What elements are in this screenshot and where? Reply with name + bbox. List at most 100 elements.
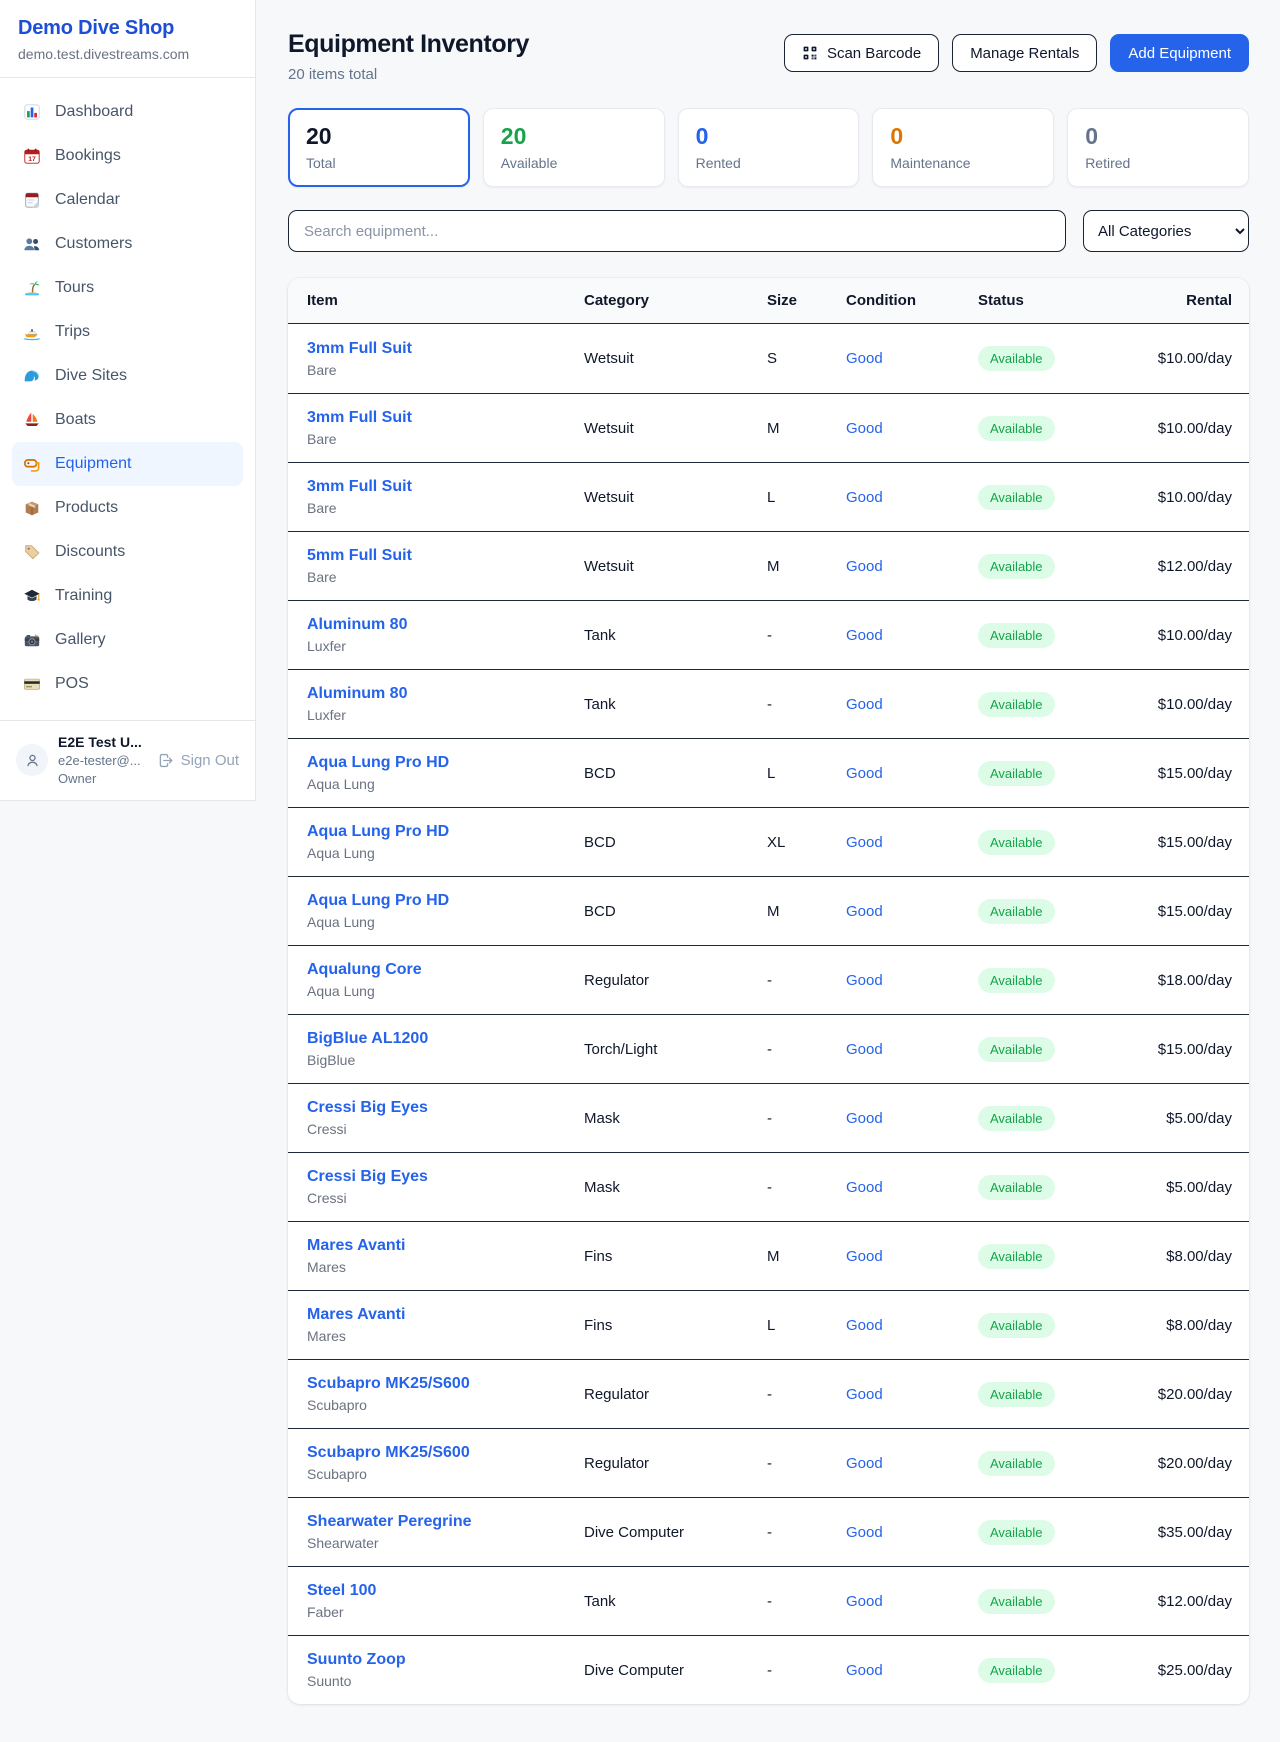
sidebar-item-trips[interactable]: Trips xyxy=(12,310,243,354)
condition-link[interactable]: Good xyxy=(846,627,883,644)
item-name-link[interactable]: Cressi Big Eyes xyxy=(307,1168,428,1186)
sidebar-item-calendar[interactable]: Calendar xyxy=(12,178,243,222)
item-name-link[interactable]: 3mm Full Suit xyxy=(307,340,412,358)
sidebar-item-training[interactable]: Training xyxy=(12,574,243,618)
cell-condition: Good xyxy=(846,1662,978,1679)
sidebar-item-equipment[interactable]: Equipment xyxy=(12,442,243,486)
item-name-link[interactable]: Aqua Lung Pro HD xyxy=(307,892,449,910)
cell-rental: $18.00/day xyxy=(1102,972,1232,989)
sidebar-item-label: Bookings xyxy=(55,147,121,165)
tear-calendar-icon xyxy=(22,191,42,209)
item-name-link[interactable]: 5mm Full Suit xyxy=(307,547,412,565)
status-badge: Available xyxy=(978,1658,1055,1683)
cell-condition: Good xyxy=(846,627,978,644)
stat-card-available[interactable]: 20Available xyxy=(483,108,665,187)
graduation-cap-icon xyxy=(22,587,42,605)
item-brand: Bare xyxy=(307,569,584,585)
sidebar-item-dive-sites[interactable]: Dive Sites xyxy=(12,354,243,398)
sidebar-item-boats[interactable]: Boats xyxy=(12,398,243,442)
item-name-link[interactable]: BigBlue AL1200 xyxy=(307,1030,428,1048)
item-name-link[interactable]: Aqualung Core xyxy=(307,961,422,979)
condition-link[interactable]: Good xyxy=(846,1317,883,1334)
tag-icon xyxy=(22,543,42,561)
item-name-link[interactable]: 3mm Full Suit xyxy=(307,478,412,496)
sidebar-item-dashboard[interactable]: Dashboard xyxy=(12,90,243,134)
cell-item: Steel 100 Faber xyxy=(307,1582,584,1620)
condition-link[interactable]: Good xyxy=(846,903,883,920)
sidebar-item-gallery[interactable]: Gallery xyxy=(12,618,243,662)
condition-link[interactable]: Good xyxy=(846,420,883,437)
condition-link[interactable]: Good xyxy=(846,1179,883,1196)
item-brand: Faber xyxy=(307,1604,584,1620)
stat-card-total[interactable]: 20Total xyxy=(288,108,470,187)
item-name-link[interactable]: Steel 100 xyxy=(307,1582,376,1600)
item-name-link[interactable]: 3mm Full Suit xyxy=(307,409,412,427)
condition-link[interactable]: Good xyxy=(846,1248,883,1265)
category-select[interactable]: All Categories xyxy=(1083,210,1249,252)
condition-link[interactable]: Good xyxy=(846,972,883,989)
cell-status: Available xyxy=(978,416,1102,441)
cell-size: L xyxy=(767,765,846,782)
stat-card-retired[interactable]: 0Retired xyxy=(1067,108,1249,187)
item-name-link[interactable]: Scubapro MK25/S600 xyxy=(307,1375,470,1393)
item-name-link[interactable]: Scubapro MK25/S600 xyxy=(307,1444,470,1462)
condition-link[interactable]: Good xyxy=(846,765,883,782)
cell-item: 3mm Full Suit Bare xyxy=(307,340,584,378)
item-brand: Bare xyxy=(307,362,584,378)
item-name-link[interactable]: Suunto Zoop xyxy=(307,1651,406,1669)
cell-item: Suunto Zoop Suunto xyxy=(307,1651,584,1689)
condition-link[interactable]: Good xyxy=(846,1455,883,1472)
cell-category: Mask xyxy=(584,1110,767,1127)
stat-card-maintenance[interactable]: 0Maintenance xyxy=(872,108,1054,187)
item-name-link[interactable]: Aluminum 80 xyxy=(307,685,407,703)
condition-link[interactable]: Good xyxy=(846,1662,883,1679)
cell-rental: $35.00/day xyxy=(1102,1524,1232,1541)
stat-card-rented[interactable]: 0Rented xyxy=(678,108,860,187)
condition-link[interactable]: Good xyxy=(846,1524,883,1541)
condition-link[interactable]: Good xyxy=(846,489,883,506)
item-name-link[interactable]: Aluminum 80 xyxy=(307,616,407,634)
main-content: Equipment Inventory 20 items total Scan … xyxy=(256,0,1280,1704)
sidebar-item-pos[interactable]: POS xyxy=(12,662,243,706)
condition-link[interactable]: Good xyxy=(846,696,883,713)
cell-condition: Good xyxy=(846,558,978,575)
item-name-link[interactable]: Mares Avanti xyxy=(307,1306,405,1324)
table-row: Aluminum 80 Luxfer Tank - Good Available… xyxy=(288,600,1249,669)
condition-link[interactable]: Good xyxy=(846,1041,883,1058)
item-name-link[interactable]: Mares Avanti xyxy=(307,1237,405,1255)
cell-status: Available xyxy=(978,1313,1102,1338)
cell-rental: $15.00/day xyxy=(1102,1041,1232,1058)
cell-status: Available xyxy=(978,1451,1102,1476)
item-name-link[interactable]: Aqua Lung Pro HD xyxy=(307,754,449,772)
item-name-link[interactable]: Cressi Big Eyes xyxy=(307,1099,428,1117)
cell-condition: Good xyxy=(846,903,978,920)
condition-link[interactable]: Good xyxy=(846,1110,883,1127)
cell-condition: Good xyxy=(846,1593,978,1610)
item-name-link[interactable]: Aqua Lung Pro HD xyxy=(307,823,449,841)
search-input[interactable] xyxy=(288,210,1066,252)
cell-item: Scubapro MK25/S600 Scubapro xyxy=(307,1444,584,1482)
cell-category: BCD xyxy=(584,834,767,851)
scan-barcode-button[interactable]: Scan Barcode xyxy=(784,34,939,72)
column-header-item: Item xyxy=(307,292,584,309)
item-name-link[interactable]: Shearwater Peregrine xyxy=(307,1513,472,1531)
cell-size: - xyxy=(767,1662,846,1679)
condition-link[interactable]: Good xyxy=(846,1593,883,1610)
sidebar-item-products[interactable]: Products xyxy=(12,486,243,530)
sign-out-button[interactable]: Sign Out xyxy=(157,752,239,769)
condition-link[interactable]: Good xyxy=(846,1386,883,1403)
table-row: Cressi Big Eyes Cressi Mask - Good Avail… xyxy=(288,1152,1249,1221)
sidebar-item-discounts[interactable]: Discounts xyxy=(12,530,243,574)
table-row: BigBlue AL1200 BigBlue Torch/Light - Goo… xyxy=(288,1014,1249,1083)
table-row: Aqua Lung Pro HD Aqua Lung BCD XL Good A… xyxy=(288,807,1249,876)
sidebar-item-bookings[interactable]: 17Bookings xyxy=(12,134,243,178)
condition-link[interactable]: Good xyxy=(846,834,883,851)
condition-link[interactable]: Good xyxy=(846,558,883,575)
sidebar-item-customers[interactable]: Customers xyxy=(12,222,243,266)
condition-link[interactable]: Good xyxy=(846,350,883,367)
stat-value: 20 xyxy=(306,123,452,149)
manage-rentals-button[interactable]: Manage Rentals xyxy=(952,34,1097,72)
sidebar-item-tours[interactable]: Tours xyxy=(12,266,243,310)
add-equipment-button[interactable]: Add Equipment xyxy=(1110,34,1249,72)
table-row: 5mm Full Suit Bare Wetsuit M Good Availa… xyxy=(288,531,1249,600)
